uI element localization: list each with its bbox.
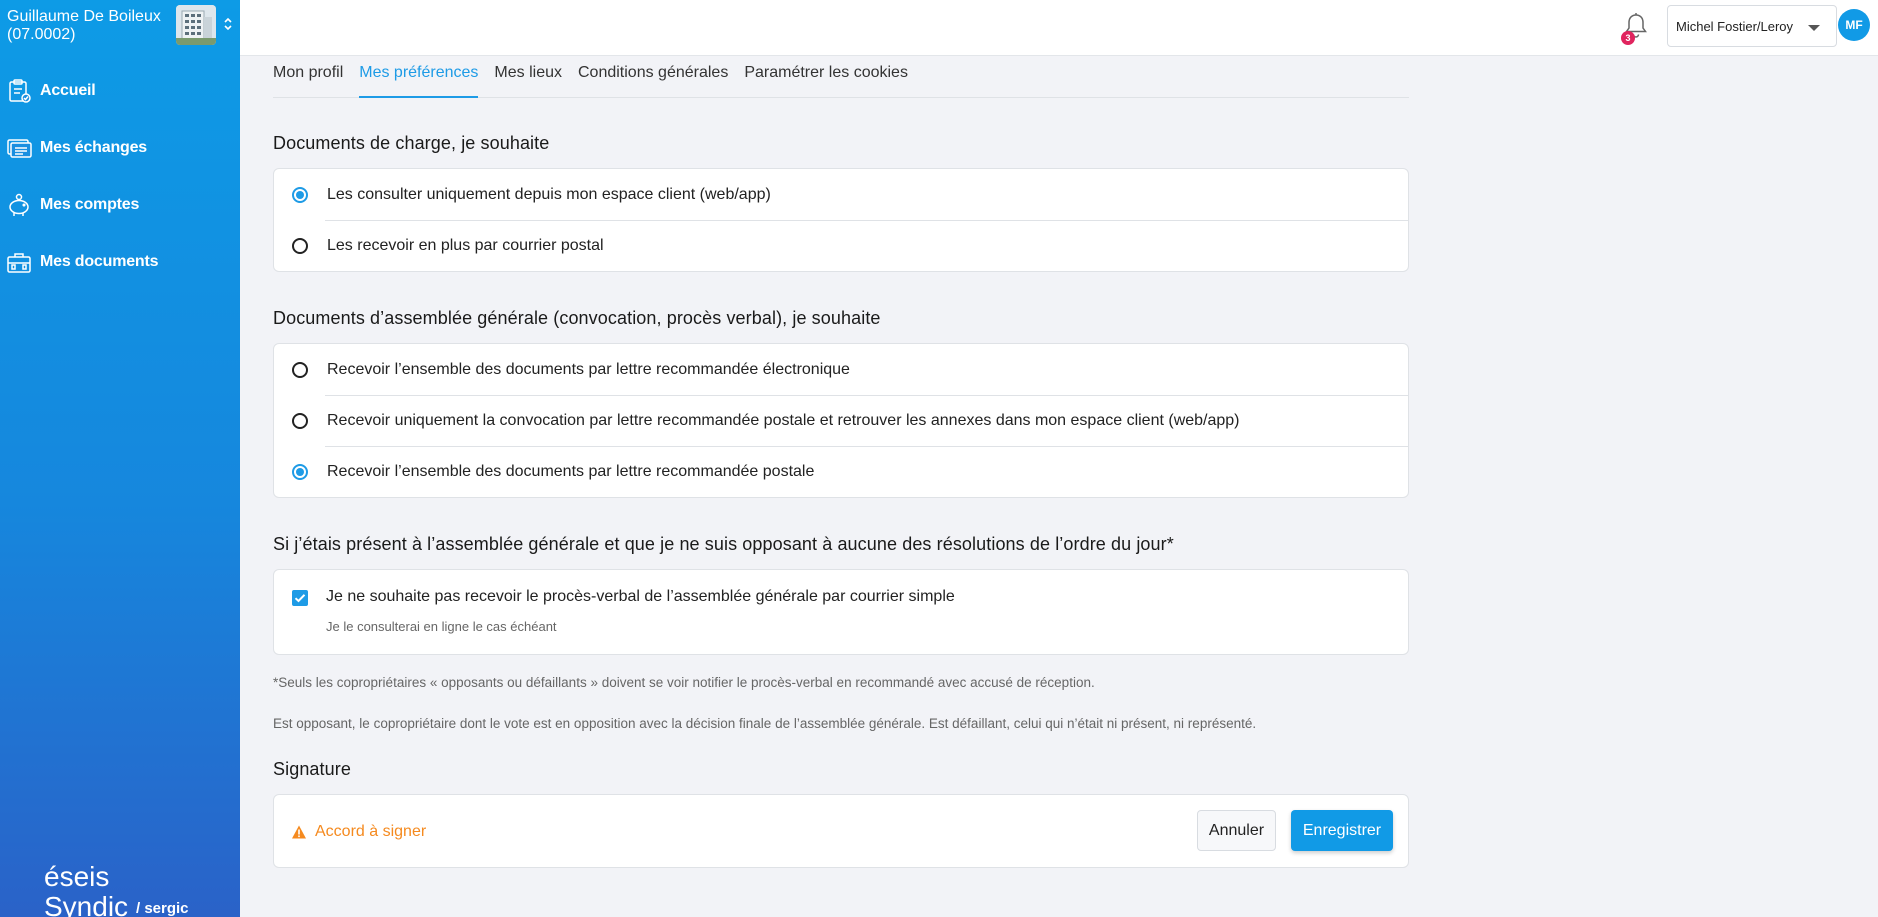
tab-bar: Mon profil Mes préférences Mes lieux Con… [273,56,1409,98]
ag-option-all-postal[interactable]: Recevoir l’ensemble des documents par le… [274,446,1408,497]
owner-switcher[interactable]: Guillaume De Boileux (07.0002) [7,8,177,44]
signature-warning-text: Accord à signer [315,823,427,840]
footnote-1: *Seuls les copropriétaires « opposants o… [273,675,1095,690]
tab-mes-lieux[interactable]: Mes lieux [494,56,562,98]
pv-checkbox[interactable] [292,590,308,606]
radio-button[interactable] [292,463,308,480]
pv-checkbox-label[interactable]: Je ne souhaite pas recevoir le procès-ve… [326,588,955,606]
user-select-value: Michel Fostier/Leroy [1676,18,1794,34]
owner-code: (07.0002) [7,26,76,43]
caret-down-icon [1808,25,1820,31]
save-button[interactable]: Enregistrer [1291,810,1393,851]
signature-card: Accord à signer Annuler Enregistrer [273,794,1409,868]
tab-conditions-generales[interactable]: Conditions générales [578,56,728,98]
option-label: Recevoir uniquement la convocation par l… [327,411,1240,429]
tab-parametrer-cookies[interactable]: Paramétrer les cookies [744,56,908,98]
main-content: Mon profil Mes préférences Mes lieux Con… [273,56,1409,868]
sidebar-item-documents[interactable]: Mes documents [0,233,240,290]
sidebar-item-label: Mes comptes [40,195,140,213]
radio-button[interactable] [292,186,308,203]
charge-option-web[interactable]: Les consulter uniquement depuis mon espa… [274,169,1408,220]
owner-name: Guillaume De Boileux [7,8,161,25]
tab-mon-profil[interactable]: Mon profil [273,56,343,98]
sidebar-item-accueil[interactable]: Accueil [0,62,240,119]
pv-option: Je ne souhaite pas recevoir le procès-ve… [273,569,1409,655]
briefcase-icon [7,252,31,273]
radio-button[interactable] [292,237,308,254]
sidebar-nav: Accueil Mes échanges Mes comptes Mes doc… [0,62,240,290]
ag-option-convocation-postal[interactable]: Recevoir uniquement la convocation par l… [274,395,1408,446]
messages-icon [7,138,32,158]
building-thumbnail[interactable] [176,5,216,45]
charge-option-postal[interactable]: Les recevoir en plus par courrier postal [274,220,1408,271]
notification-badge: 3 [1621,31,1635,45]
signature-warning: Accord à signer [291,823,426,841]
option-label: Recevoir l’ensemble des documents par le… [327,360,850,378]
sidebar: Guillaume De Boileux (07.0002) Accueil M… [0,0,240,917]
signature-title: Signature [273,759,351,779]
sidebar-item-echanges[interactable]: Mes échanges [0,119,240,176]
option-label: Recevoir l’ensemble des documents par le… [327,462,815,480]
charge-docs-title: Documents de charge, je souhaite [273,133,550,153]
piggy-bank-icon [9,193,29,216]
user-select[interactable]: Michel Fostier/Leroy [1667,5,1837,47]
radio-button[interactable] [292,412,308,429]
sidebar-item-comptes[interactable]: Mes comptes [0,176,240,233]
footnote-2: Est opposant, le copropriétaire dont le … [273,716,1257,731]
chevron-updown-icon[interactable] [222,16,234,32]
option-label: Les recevoir en plus par courrier postal [327,236,604,254]
sidebar-item-label: Mes échanges [40,138,147,156]
pv-checkbox-sub: Je le consulterai en ligne le cas échéan… [326,619,557,634]
sidebar-item-label: Mes documents [40,252,159,270]
tab-mes-preferences[interactable]: Mes préférences [359,56,479,98]
brand-logo: éseis Syndic / sergic [44,862,194,917]
charge-docs-options: Les consulter uniquement depuis mon espa… [273,168,1409,272]
check-icon [294,594,306,603]
cancel-button[interactable]: Annuler [1197,810,1276,851]
clipboard-icon [9,78,31,103]
ag-docs-title: Documents d’assemblée générale (convocat… [273,308,881,328]
brand-sub: / sergic [136,900,189,917]
avatar[interactable]: MF [1838,9,1870,41]
ag-docs-options: Recevoir l’ensemble des documents par le… [273,343,1409,498]
ag-option-electronic[interactable]: Recevoir l’ensemble des documents par le… [274,344,1408,395]
sidebar-item-label: Accueil [40,81,96,99]
radio-button[interactable] [292,361,308,378]
pv-title: Si j’étais présent à l’assemblée général… [273,534,1174,554]
warning-icon [292,825,306,839]
option-label: Les consulter uniquement depuis mon espa… [327,185,771,203]
